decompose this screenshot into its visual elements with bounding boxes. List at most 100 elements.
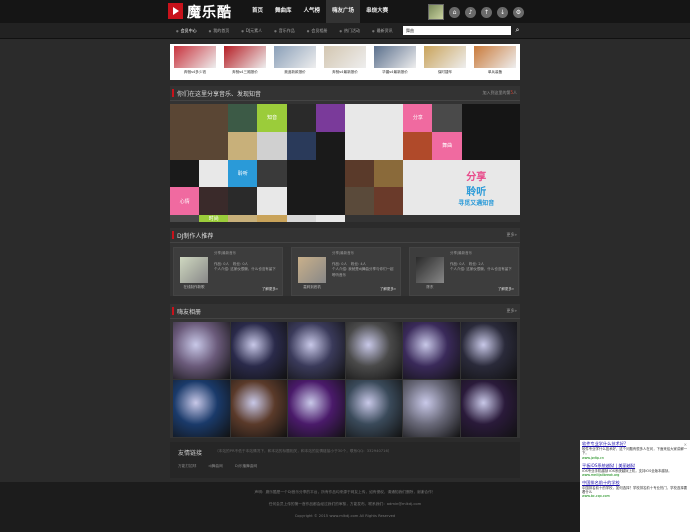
member-tile[interactable]: 时尚 <box>199 215 229 222</box>
member-tile[interactable]: 心情 <box>170 187 200 215</box>
gallery-photo[interactable] <box>230 322 287 379</box>
member-tile[interactable]: 分享 <box>403 104 433 132</box>
member-tile[interactable] <box>257 159 287 188</box>
music-icon[interactable]: ♪ <box>465 6 476 18</box>
close-icon[interactable]: ✕ <box>684 442 687 447</box>
home-icon[interactable]: ⌂ <box>449 6 460 18</box>
strip-image[interactable] <box>324 46 366 68</box>
ad-url[interactable]: www.bc-cqx.com <box>582 494 688 498</box>
subnav-item[interactable]: 会员中心 <box>170 23 203 38</box>
site-logo[interactable]: 魔乐酷 <box>168 3 242 21</box>
nav-item[interactable]: 串烧大赛 <box>360 0 394 23</box>
subnav-item[interactable]: 会员相册 <box>301 23 334 38</box>
strip-tile[interactable]: 保时捷车 <box>424 46 466 75</box>
strip-tile[interactable]: 奔驰s4三厢报价 <box>224 46 266 75</box>
member-tile[interactable] <box>344 187 375 215</box>
member-tile[interactable] <box>344 159 375 188</box>
dj-more-link[interactable]: 更多» <box>507 232 517 238</box>
member-tile[interactable] <box>228 131 258 160</box>
gallery-photo[interactable] <box>345 380 402 437</box>
ad-url[interactable]: www.meilijailbreak.org <box>582 473 688 477</box>
strip-caption[interactable]: 奔驰s4三厢报价 <box>224 70 266 75</box>
member-tile[interactable] <box>170 104 229 160</box>
dj-name[interactable]: 嘉莉到底机 <box>295 285 329 290</box>
dj-name[interactable]: 在线制作新歌 <box>177 285 211 290</box>
strip-caption[interactable]: 单兵装备 <box>474 70 516 75</box>
subnav-item[interactable]: 音乐作品 <box>268 23 301 38</box>
strip-caption[interactable]: 华晨s4最新报价 <box>374 70 416 75</box>
settings-icon[interactable]: ⚙ <box>513 6 524 18</box>
search-icon[interactable]: ⌕ <box>513 26 522 35</box>
strip-image[interactable] <box>374 46 416 68</box>
ad-url[interactable]: www.jzdtp.cn <box>582 456 688 460</box>
ad-item[interactable]: 中国排名前十的学校 中国排名前十的学校，如何选择？学校排名前十专业热门，学校选择要… <box>580 479 690 501</box>
member-tile[interactable] <box>315 215 345 222</box>
member-tile[interactable] <box>170 215 200 222</box>
dj-card[interactable]: 陈东 分享|最新音乐 作品: 0人 粉丝: 2人 个人介绍: 这家伙很懒，什么也没有留下… <box>409 247 519 296</box>
dj-card[interactable]: 在线制作新歌 分享|最新音乐 作品: 0人 粉丝: 0人 个人介绍: 这家伙很懒，什么也… <box>173 247 283 296</box>
member-tile[interactable] <box>344 104 404 160</box>
strip-tile[interactable]: 单兵装备 <box>474 46 516 75</box>
member-tile[interactable] <box>228 104 258 132</box>
member-tile[interactable] <box>228 215 258 222</box>
strip-caption[interactable]: 奔驰s4多少钱 <box>174 70 216 75</box>
gallery-photo[interactable] <box>403 380 460 437</box>
member-tile[interactable] <box>403 187 433 215</box>
member-tile[interactable] <box>286 215 316 222</box>
dj-thumb[interactable] <box>416 257 444 283</box>
subnav-item[interactable]: 我的首页 <box>203 23 236 38</box>
member-tile[interactable] <box>199 187 229 215</box>
subnav-item[interactable]: 最新资讯 <box>366 23 399 38</box>
nav-item[interactable]: 嗨友广场 <box>326 0 361 23</box>
ad-item[interactable]: 软件专业学什么技术好? 软件专业学什么技术好，这个问题有很多人在问，下面来给大家讲… <box>580 440 690 462</box>
member-tile[interactable] <box>403 131 433 160</box>
member-tile[interactable] <box>374 159 404 188</box>
member-tile[interactable]: 知音 <box>257 104 287 132</box>
member-tile[interactable] <box>228 187 258 215</box>
dj-more-button[interactable]: 了解更多» <box>262 287 278 292</box>
gallery-photo[interactable] <box>288 380 345 437</box>
member-tile[interactable] <box>315 104 345 132</box>
dj-thumb[interactable] <box>298 257 326 283</box>
photos-more-link[interactable]: 更多» <box>507 308 517 314</box>
strip-image[interactable] <box>474 46 516 68</box>
gallery-photo[interactable] <box>173 322 230 379</box>
strip-tile[interactable]: 奥迪新款报价 <box>274 46 316 75</box>
member-tile[interactable]: 舞曲 <box>432 131 462 160</box>
subnav-item[interactable]: DJ元素人 <box>235 23 268 38</box>
member-tile[interactable] <box>286 159 345 215</box>
member-tile[interactable] <box>170 159 200 188</box>
member-tile[interactable] <box>199 159 229 188</box>
gallery-photo[interactable] <box>345 322 402 379</box>
strip-image[interactable] <box>424 46 466 68</box>
gallery-photo[interactable] <box>460 322 517 379</box>
nav-item[interactable]: 首页 <box>246 0 269 23</box>
user-avatar[interactable] <box>428 4 444 20</box>
strip-tile[interactable]: 华晨s4最新报价 <box>374 46 416 75</box>
nav-item[interactable]: 人气榜 <box>298 0 327 23</box>
strip-image[interactable] <box>274 46 316 68</box>
friend-link[interactable]: Dj乐播舞曲网 <box>235 464 257 469</box>
upload-icon[interactable]: ↑ <box>481 6 492 18</box>
dj-card[interactable]: 嘉莉到底机 分享|最新音乐 作品: 0人 粉丝: 4人 个人介绍: 我就是dj舞曲分享与… <box>291 247 401 296</box>
member-tile[interactable] <box>257 131 287 160</box>
subnav-item[interactable]: 热门活动 <box>333 23 366 38</box>
member-tile[interactable] <box>286 104 316 132</box>
dj-thumb[interactable] <box>180 257 208 283</box>
dj-more-button[interactable]: 了解更多» <box>498 287 514 292</box>
member-tile[interactable] <box>257 215 287 222</box>
gallery-photo[interactable] <box>460 380 517 437</box>
ad-item[interactable]: 平板iOS系统越狱 | 美丽越狱 iOS专业手机越狱 iOS系统越狱上机，支持iO… <box>580 462 690 479</box>
member-tile[interactable] <box>403 159 433 188</box>
member-tile[interactable]: 聆听 <box>228 159 258 188</box>
member-tile[interactable] <box>432 104 462 132</box>
dj-more-button[interactable]: 了解更多» <box>380 287 396 292</box>
member-tile[interactable] <box>286 131 316 160</box>
gallery-photo[interactable] <box>403 322 460 379</box>
gallery-photo[interactable] <box>288 322 345 379</box>
search-input[interactable] <box>403 26 511 35</box>
member-tile[interactable] <box>315 131 345 160</box>
strip-tile[interactable]: 奔驰s4最新报价 <box>324 46 366 75</box>
dj-name[interactable]: 陈东 <box>413 285 447 290</box>
friend-link[interactable]: 万能打招呼 <box>178 464 196 469</box>
